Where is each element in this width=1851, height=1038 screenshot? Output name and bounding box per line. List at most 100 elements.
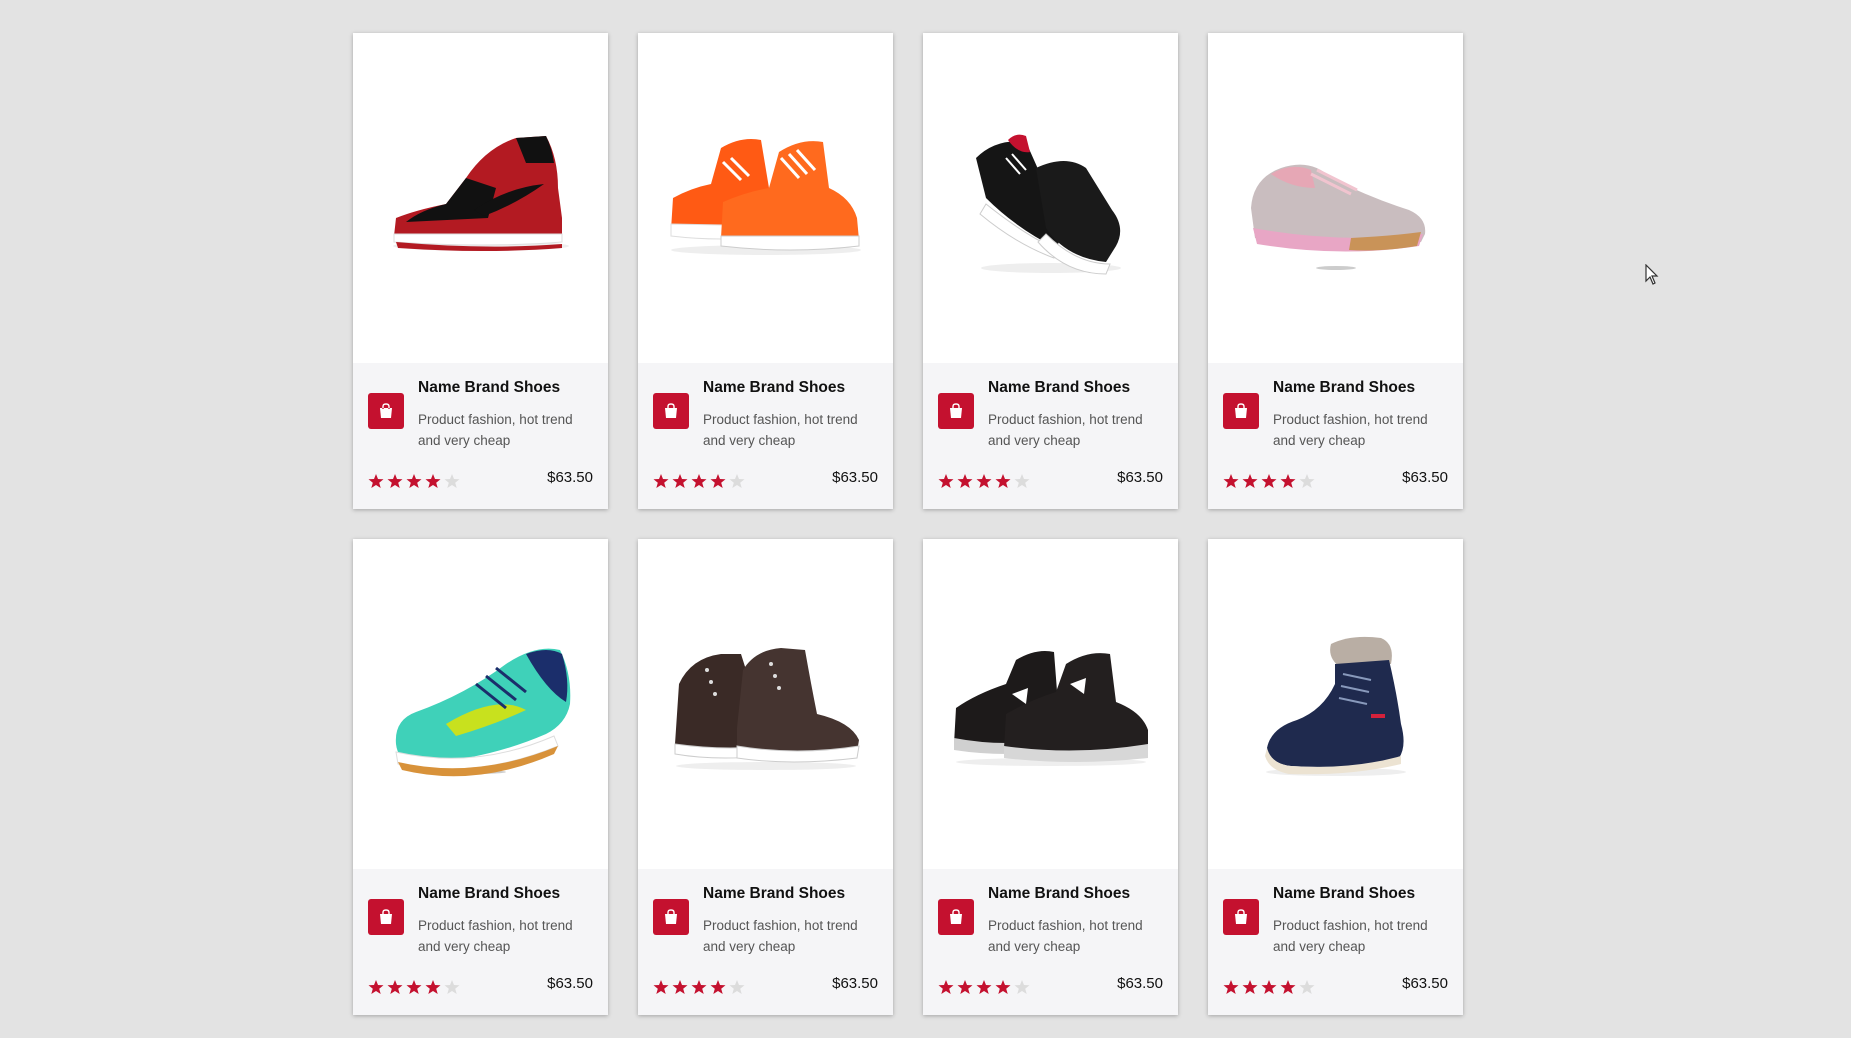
- product-description: Product fashion, hot trend and very chea…: [988, 412, 1143, 448]
- product-image[interactable]: [923, 33, 1178, 363]
- product-name[interactable]: Name Brand Shoes: [1273, 885, 1415, 903]
- add-to-cart-button[interactable]: [653, 393, 689, 429]
- product-description: Product fashion, hot trend and very chea…: [418, 412, 573, 448]
- rating-stars: [368, 979, 460, 995]
- add-to-cart-button[interactable]: [368, 393, 404, 429]
- star-filled-icon: [406, 474, 422, 488]
- shopping-bag-icon: [380, 909, 392, 924]
- star-filled-icon: [1223, 980, 1239, 994]
- star-empty-icon: [1299, 474, 1315, 488]
- star-filled-icon: [710, 980, 726, 994]
- product-card[interactable]: Name Brand Shoes Product fashion, hot tr…: [638, 33, 893, 509]
- product-info: Name Brand Shoes Product fashion, hot tr…: [353, 869, 608, 1015]
- product-card[interactable]: Name Brand Shoes Product fashion, hot tr…: [1208, 539, 1463, 1015]
- shopping-bag-icon: [1235, 909, 1247, 924]
- teal-court-shoe-icon: [394, 648, 570, 777]
- star-filled-icon: [672, 980, 688, 994]
- product-description: Product fashion, hot trend and very chea…: [1273, 412, 1428, 448]
- product-name[interactable]: Name Brand Shoes: [703, 379, 845, 397]
- star-filled-icon: [368, 474, 384, 488]
- star-empty-icon: [729, 474, 745, 488]
- product-name[interactable]: Name Brand Shoes: [418, 379, 560, 397]
- add-to-cart-button[interactable]: [1223, 393, 1259, 429]
- navy-fur-lined-boot-icon: [1264, 636, 1406, 776]
- product-name[interactable]: Name Brand Shoes: [1273, 379, 1415, 397]
- product-info: Name Brand Shoes Product fashion, hot tr…: [1208, 363, 1463, 509]
- product-image[interactable]: [1208, 539, 1463, 869]
- product-image[interactable]: [1208, 33, 1463, 363]
- product-name[interactable]: Name Brand Shoes: [988, 379, 1130, 397]
- star-filled-icon: [1223, 474, 1239, 488]
- star-filled-icon: [1280, 474, 1296, 488]
- product-info: Name Brand Shoes Product fashion, hot tr…: [638, 869, 893, 1015]
- product-name[interactable]: Name Brand Shoes: [418, 885, 560, 903]
- star-empty-icon: [1014, 980, 1030, 994]
- product-image[interactable]: [638, 539, 893, 869]
- star-filled-icon: [425, 474, 441, 488]
- black-white-skate-sneakers-pair-icon: [975, 134, 1121, 275]
- red-black-high-top-sneaker-icon: [392, 136, 569, 251]
- product-info: Name Brand Shoes Product fashion, hot tr…: [638, 363, 893, 509]
- black-grey-basketball-sneakers-pair-icon: [953, 651, 1148, 766]
- product-card[interactable]: Name Brand Shoes Product fashion, hot tr…: [353, 539, 608, 1015]
- product-card[interactable]: Name Brand Shoes Product fashion, hot tr…: [923, 539, 1178, 1015]
- star-filled-icon: [995, 980, 1011, 994]
- product-info: Name Brand Shoes Product fashion, hot tr…: [1208, 869, 1463, 1015]
- star-filled-icon: [976, 474, 992, 488]
- rating-stars: [938, 473, 1030, 489]
- product-name[interactable]: Name Brand Shoes: [988, 885, 1130, 903]
- star-filled-icon: [995, 474, 1011, 488]
- product-image[interactable]: [353, 539, 608, 869]
- star-filled-icon: [1242, 474, 1258, 488]
- star-empty-icon: [1299, 980, 1315, 994]
- star-filled-icon: [710, 474, 726, 488]
- shopping-bag-icon: [665, 403, 677, 418]
- product-card[interactable]: Name Brand Shoes Product fashion, hot tr…: [353, 33, 608, 509]
- add-to-cart-button[interactable]: [1223, 899, 1259, 935]
- product-price: $63.50: [1117, 975, 1163, 992]
- add-to-cart-button[interactable]: [368, 899, 404, 935]
- star-filled-icon: [1261, 474, 1277, 488]
- add-to-cart-button[interactable]: [653, 899, 689, 935]
- shopping-bag-icon: [665, 909, 677, 924]
- rating-stars: [938, 979, 1030, 995]
- star-filled-icon: [976, 980, 992, 994]
- mouse-cursor-icon: [1645, 264, 1659, 285]
- product-grid: Name Brand Shoes Product fashion, hot tr…: [353, 33, 1463, 1015]
- product-price: $63.50: [547, 469, 593, 486]
- product-image[interactable]: [923, 539, 1178, 869]
- product-description: Product fashion, hot trend and very chea…: [418, 918, 573, 954]
- star-filled-icon: [957, 980, 973, 994]
- product-image[interactable]: [638, 33, 893, 363]
- add-to-cart-button[interactable]: [938, 393, 974, 429]
- star-filled-icon: [691, 474, 707, 488]
- product-card[interactable]: Name Brand Shoes Product fashion, hot tr…: [923, 33, 1178, 509]
- product-price: $63.50: [547, 975, 593, 992]
- product-description: Product fashion, hot trend and very chea…: [988, 918, 1143, 954]
- product-card[interactable]: Name Brand Shoes Product fashion, hot tr…: [1208, 33, 1463, 509]
- star-filled-icon: [957, 474, 973, 488]
- star-filled-icon: [368, 980, 384, 994]
- product-price: $63.50: [1402, 469, 1448, 486]
- product-info: Name Brand Shoes Product fashion, hot tr…: [923, 869, 1178, 1015]
- rating-stars: [368, 473, 460, 489]
- star-filled-icon: [691, 980, 707, 994]
- shopping-bag-icon: [950, 403, 962, 418]
- star-filled-icon: [1261, 980, 1277, 994]
- rating-stars: [653, 473, 745, 489]
- product-image[interactable]: [353, 33, 608, 363]
- star-filled-icon: [1242, 980, 1258, 994]
- star-filled-icon: [387, 474, 403, 488]
- star-filled-icon: [425, 980, 441, 994]
- product-info: Name Brand Shoes Product fashion, hot tr…: [923, 363, 1178, 509]
- product-name[interactable]: Name Brand Shoes: [703, 885, 845, 903]
- product-description: Product fashion, hot trend and very chea…: [703, 412, 858, 448]
- product-info: Name Brand Shoes Product fashion, hot tr…: [353, 363, 608, 509]
- product-price: $63.50: [832, 975, 878, 992]
- add-to-cart-button[interactable]: [938, 899, 974, 935]
- product-card[interactable]: Name Brand Shoes Product fashion, hot tr…: [638, 539, 893, 1015]
- star-filled-icon: [653, 474, 669, 488]
- star-empty-icon: [444, 474, 460, 488]
- star-empty-icon: [444, 980, 460, 994]
- star-filled-icon: [406, 980, 422, 994]
